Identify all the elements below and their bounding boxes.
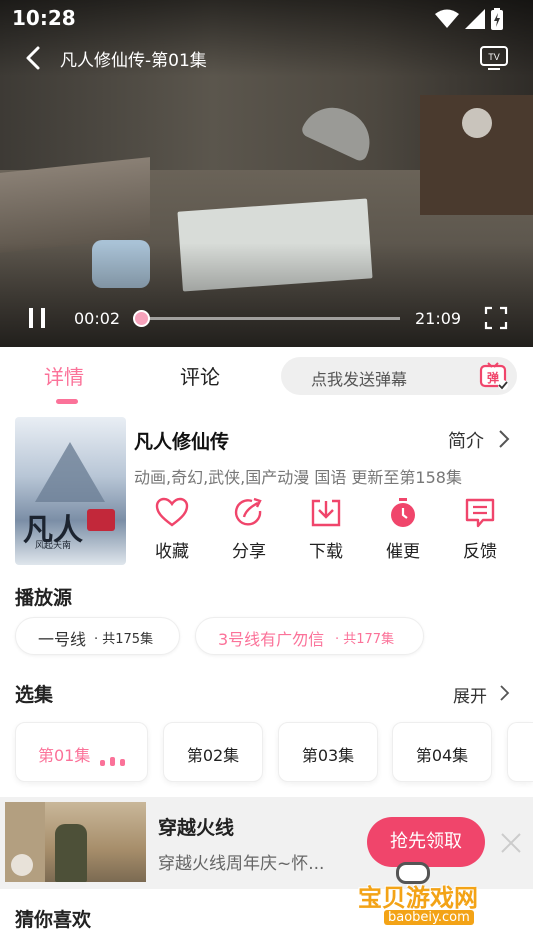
video-player[interactable]: 10:28 凡人修仙传-第01集 TV 00:02 21:09 bbox=[0, 0, 533, 347]
episode-label: 第04集 bbox=[415, 746, 469, 765]
feedback-icon bbox=[465, 498, 495, 528]
battery-icon bbox=[491, 8, 503, 30]
signal-icon bbox=[465, 9, 485, 29]
source-count: · 共177集 bbox=[335, 632, 395, 647]
share-icon bbox=[234, 497, 262, 526]
urge-update-button[interactable]: 催更 bbox=[365, 497, 441, 562]
danmaku-toggle-icon[interactable]: 弹 bbox=[479, 361, 509, 391]
watermark: 宝贝游戏网 baobeiy.com bbox=[338, 858, 508, 938]
source-chip-1[interactable]: 一号线 · 共175集 bbox=[15, 617, 180, 655]
playing-indicator-icon bbox=[100, 757, 125, 766]
feedback-button[interactable]: 反馈 bbox=[442, 497, 518, 562]
cover-seal bbox=[87, 509, 115, 531]
urge-update-label: 催更 bbox=[386, 542, 420, 562]
share-label: 分享 bbox=[232, 542, 266, 562]
favorite-label: 收藏 bbox=[155, 542, 189, 562]
episode-label: 第02集 bbox=[186, 746, 240, 765]
status-time: 10:28 bbox=[12, 6, 76, 30]
ad-description: 穿越火线周年庆~怀... bbox=[158, 854, 325, 874]
tab-details[interactable]: 详情 bbox=[44, 361, 84, 404]
source-count: · 共175集 bbox=[94, 632, 154, 647]
back-arrow-icon[interactable] bbox=[20, 44, 48, 72]
player-controls: 00:02 21:09 bbox=[0, 300, 533, 336]
chevron-right-icon[interactable] bbox=[499, 684, 511, 702]
status-icons bbox=[435, 8, 503, 30]
tab-details-label: 详情 bbox=[44, 365, 84, 389]
intro-link[interactable]: 简介 bbox=[448, 427, 484, 453]
total-time: 21:09 bbox=[415, 309, 462, 328]
source-section-title: 播放源 bbox=[15, 587, 73, 609]
cover-mountain bbox=[35, 442, 105, 502]
seek-bar[interactable] bbox=[133, 310, 400, 327]
source-name: 3号线有广勿信 bbox=[218, 630, 325, 649]
current-time: 00:02 bbox=[74, 309, 121, 328]
detail-panel: 详情 评论 点我发送弹幕 弹 凡人 风起天南 凡人修仙传 简介 动画,奇幻,武侠… bbox=[0, 347, 533, 797]
episode-item-active[interactable]: 第01集 bbox=[15, 722, 148, 782]
seek-thumb[interactable] bbox=[133, 310, 150, 327]
action-row: 收藏 分享 下载 催更 反馈 bbox=[134, 497, 518, 567]
pause-icon[interactable] bbox=[26, 306, 48, 330]
cover-subtitle: 风起天南 bbox=[35, 541, 72, 551]
show-cover[interactable]: 凡人 风起天南 bbox=[15, 417, 126, 565]
episode-item[interactable]: 第02集 bbox=[163, 722, 263, 782]
download-icon bbox=[311, 499, 341, 527]
download-label: 下载 bbox=[309, 542, 343, 562]
show-title: 凡人修仙传 bbox=[134, 431, 230, 453]
share-button[interactable]: 分享 bbox=[211, 497, 287, 562]
status-bar: 10:28 bbox=[0, 0, 533, 36]
close-icon[interactable] bbox=[500, 832, 522, 854]
show-meta: 动画,奇幻,武侠,国产动漫 国语 更新至第158集 bbox=[134, 468, 462, 487]
tab-comments-label: 评论 bbox=[180, 365, 220, 389]
danmaku-input[interactable]: 点我发送弹幕 弹 bbox=[281, 357, 517, 395]
episode-section-title: 选集 bbox=[15, 684, 54, 706]
feedback-label: 反馈 bbox=[463, 542, 497, 562]
ad-logo-icon bbox=[11, 854, 33, 876]
danmaku-placeholder: 点我发送弹幕 bbox=[311, 370, 408, 389]
source-chip-2[interactable]: 3号线有广勿信 · 共177集 bbox=[195, 617, 424, 655]
watermark-url: baobeiy.com bbox=[384, 910, 474, 925]
episode-item[interactable]: 第04集 bbox=[392, 722, 492, 782]
fullscreen-icon[interactable] bbox=[484, 306, 508, 330]
wifi-icon bbox=[435, 9, 459, 28]
episode-item[interactable]: 第03集 bbox=[278, 722, 378, 782]
timer-icon bbox=[391, 498, 415, 527]
chevron-right-icon[interactable] bbox=[497, 429, 511, 449]
tab-comments[interactable]: 评论 bbox=[180, 361, 220, 390]
download-button[interactable]: 下载 bbox=[288, 497, 364, 562]
player-title: 凡人修仙传-第01集 bbox=[60, 51, 207, 71]
heart-icon bbox=[155, 497, 189, 527]
watermark-text: 宝贝游戏网 bbox=[358, 884, 478, 912]
tv-cast-icon[interactable]: TV bbox=[479, 44, 509, 72]
ad-title: 穿越火线 bbox=[158, 817, 235, 839]
ad-thumb-soldier bbox=[55, 824, 87, 882]
expand-episodes-button[interactable]: 展开 bbox=[453, 682, 487, 707]
episode-label: 第03集 bbox=[301, 746, 355, 765]
player-topbar: 凡人修仙传-第01集 TV bbox=[0, 40, 533, 76]
ad-thumbnail bbox=[5, 802, 146, 882]
source-name: 一号线 bbox=[38, 630, 87, 649]
tab-bar: 详情 评论 点我发送弹幕 弹 bbox=[0, 347, 533, 407]
danmaku-icon-text: 弹 bbox=[487, 370, 499, 385]
episode-item-partial[interactable] bbox=[507, 722, 533, 782]
tab-active-indicator bbox=[56, 399, 78, 404]
recommend-title: 猜你喜欢 bbox=[15, 909, 92, 931]
favorite-button[interactable]: 收藏 bbox=[134, 497, 210, 562]
svg-text:TV: TV bbox=[488, 52, 500, 62]
